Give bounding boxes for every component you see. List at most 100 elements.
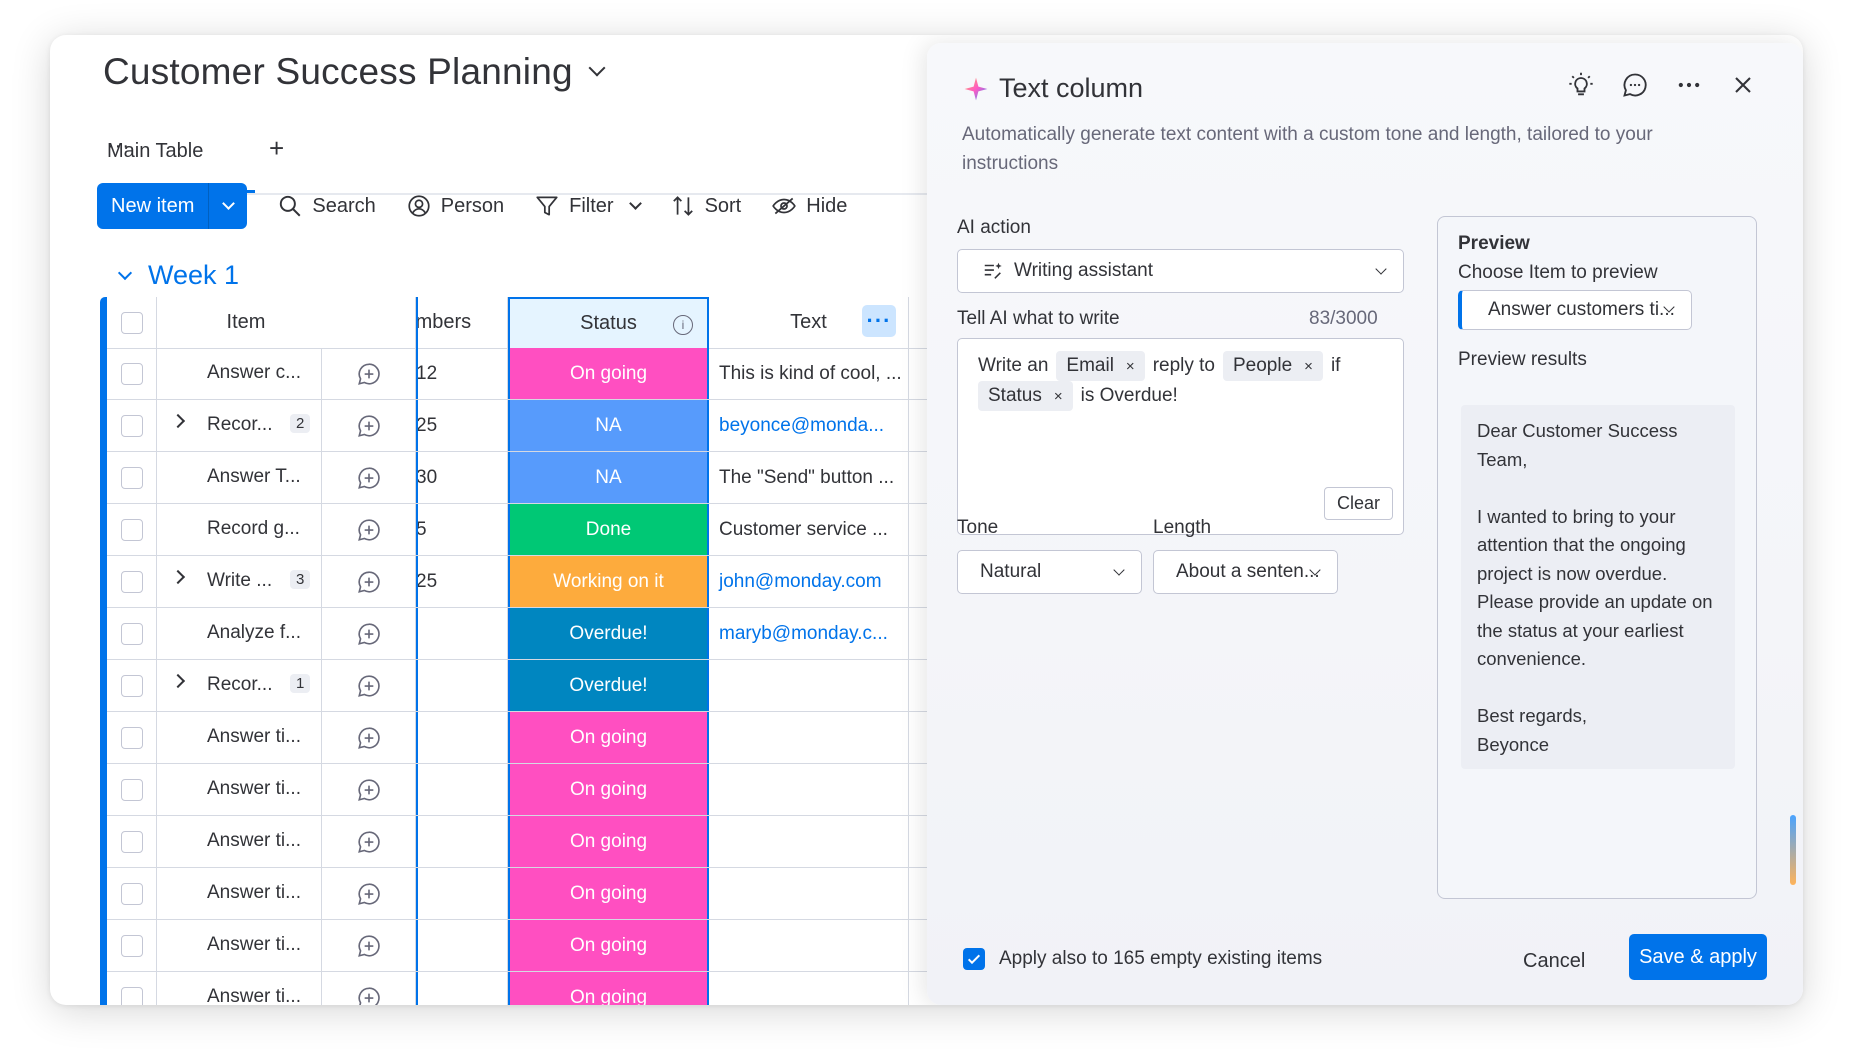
numbers-cell[interactable]: [416, 868, 508, 919]
item-name[interactable]: Answer ti...: [207, 778, 301, 800]
preview-item-select[interactable]: Answer customers ti...: [1458, 290, 1692, 330]
table-row[interactable]: Answer ti... On going: [107, 920, 980, 972]
item-name[interactable]: Answer ti...: [207, 726, 301, 748]
row-checkbox[interactable]: [107, 556, 157, 607]
item-cell[interactable]: Answer ti...: [157, 816, 322, 867]
ai-action-select[interactable]: Writing assistant: [957, 249, 1404, 293]
row-checkbox[interactable]: [107, 400, 157, 451]
item-name[interactable]: Answer c...: [207, 362, 301, 384]
tone-select[interactable]: Natural: [957, 550, 1142, 594]
person-filter-button[interactable]: Person: [406, 193, 504, 219]
add-update-button[interactable]: [322, 504, 416, 555]
table-row[interactable]: Answer T... 30 NA The "Send" button ...: [107, 452, 980, 504]
item-cell[interactable]: Record g...: [157, 504, 322, 555]
item-name[interactable]: Recor...: [207, 414, 272, 436]
status-cell[interactable]: On going: [508, 868, 709, 919]
column-header-text[interactable]: Text ···: [709, 297, 909, 348]
text-cell[interactable]: beyonce@monda...: [709, 400, 909, 451]
select-all-checkbox[interactable]: [107, 297, 157, 348]
text-cell[interactable]: This is kind of cool, ...: [709, 348, 909, 399]
apply-existing-option[interactable]: Apply also to 165 empty existing items: [963, 948, 1322, 970]
numbers-cell[interactable]: [416, 816, 508, 867]
remove-chip-icon[interactable]: ×: [1054, 388, 1063, 405]
item-name[interactable]: Analyze f...: [207, 622, 301, 644]
status-cell[interactable]: On going: [508, 816, 709, 867]
table-row[interactable]: Answer ti... On going: [107, 816, 980, 868]
row-checkbox[interactable]: [107, 452, 157, 503]
text-cell[interactable]: The "Send" button ...: [709, 452, 909, 503]
add-view-button[interactable]: +: [269, 133, 284, 164]
remove-chip-icon[interactable]: ×: [1126, 358, 1135, 375]
row-checkbox[interactable]: [107, 764, 157, 815]
table-row[interactable]: Analyze f... Overdue! maryb@monday.c...: [107, 608, 980, 660]
numbers-cell[interactable]: [416, 972, 508, 1005]
new-item-button-group[interactable]: New item: [97, 183, 248, 229]
filter-button[interactable]: Filter: [534, 193, 642, 219]
column-header-item[interactable]: Item: [157, 297, 416, 348]
board-title[interactable]: Customer Success Planning: [103, 51, 573, 93]
feedback-icon[interactable]: [1621, 71, 1649, 99]
status-cell[interactable]: NA: [508, 452, 709, 503]
row-checkbox[interactable]: [107, 608, 157, 659]
row-checkbox[interactable]: [107, 972, 157, 1005]
group-header[interactable]: Week 1: [117, 260, 239, 291]
row-checkbox[interactable]: [107, 920, 157, 971]
numbers-cell[interactable]: 25: [416, 400, 508, 451]
item-name[interactable]: Answer ti...: [207, 986, 301, 1005]
text-cell[interactable]: [709, 712, 909, 763]
row-checkbox[interactable]: [107, 816, 157, 867]
status-cell[interactable]: Working on it: [508, 556, 709, 607]
status-cell[interactable]: Done: [508, 504, 709, 555]
hide-button[interactable]: Hide: [771, 193, 847, 219]
text-value[interactable]: john@monday.com: [719, 571, 882, 593]
table-row[interactable]: Recor... 1 Overdue!: [107, 660, 980, 712]
prompt-chip-people[interactable]: People ×: [1223, 351, 1323, 381]
item-name[interactable]: Answer T...: [207, 466, 301, 488]
expand-subitems-icon[interactable]: [170, 673, 186, 689]
row-checkbox[interactable]: [107, 712, 157, 763]
chevron-down-icon[interactable]: [628, 197, 642, 210]
item-cell[interactable]: Recor... 1: [157, 660, 322, 711]
column-header-status[interactable]: Status i: [508, 297, 709, 348]
new-item-button[interactable]: New item: [97, 183, 210, 229]
text-value[interactable]: beyonce@monda...: [719, 415, 884, 437]
numbers-cell[interactable]: [416, 712, 508, 763]
prompt-chip-status[interactable]: Status ×: [978, 381, 1073, 411]
table-row[interactable]: Answer ti... On going: [107, 712, 980, 764]
expand-subitems-icon[interactable]: [170, 569, 186, 585]
item-cell[interactable]: Answer ti...: [157, 764, 322, 815]
numbers-cell[interactable]: 5: [416, 504, 508, 555]
numbers-cell[interactable]: [416, 920, 508, 971]
table-row[interactable]: Answer ti... On going: [107, 868, 980, 920]
add-update-button[interactable]: [322, 972, 416, 1005]
text-cell[interactable]: Customer service ...: [709, 504, 909, 555]
column-header-numbers[interactable]: Numbers: [416, 297, 508, 348]
add-update-button[interactable]: [322, 400, 416, 451]
add-update-button[interactable]: [322, 816, 416, 867]
more-options-icon[interactable]: [1675, 71, 1703, 99]
numbers-cell[interactable]: 30: [416, 452, 508, 503]
tab-main-table[interactable]: Main Table ···: [97, 113, 255, 193]
new-item-dropdown[interactable]: [209, 183, 247, 229]
remove-chip-icon[interactable]: ×: [1304, 358, 1313, 375]
numbers-cell[interactable]: 12: [416, 348, 508, 399]
clear-button[interactable]: Clear: [1323, 487, 1393, 520]
item-name[interactable]: Recor...: [207, 674, 272, 696]
search-button[interactable]: Search: [277, 193, 376, 219]
length-select[interactable]: About a senten...: [1153, 550, 1338, 594]
add-update-button[interactable]: [322, 712, 416, 763]
text-cell[interactable]: [709, 920, 909, 971]
table-row[interactable]: Recor... 2 25 NA beyonce@monda...: [107, 400, 980, 452]
add-update-button[interactable]: [322, 556, 416, 607]
status-cell[interactable]: Overdue!: [508, 660, 709, 711]
item-name[interactable]: Answer ti...: [207, 882, 301, 904]
add-update-button[interactable]: [322, 660, 416, 711]
item-cell[interactable]: Answer c...: [157, 348, 322, 399]
numbers-cell[interactable]: [416, 764, 508, 815]
board-title-area[interactable]: Customer Success Planning: [103, 51, 606, 93]
numbers-cell[interactable]: [416, 608, 508, 659]
item-cell[interactable]: Analyze f...: [157, 608, 322, 659]
status-cell[interactable]: NA: [508, 400, 709, 451]
status-cell[interactable]: On going: [508, 348, 709, 399]
add-update-button[interactable]: [322, 764, 416, 815]
